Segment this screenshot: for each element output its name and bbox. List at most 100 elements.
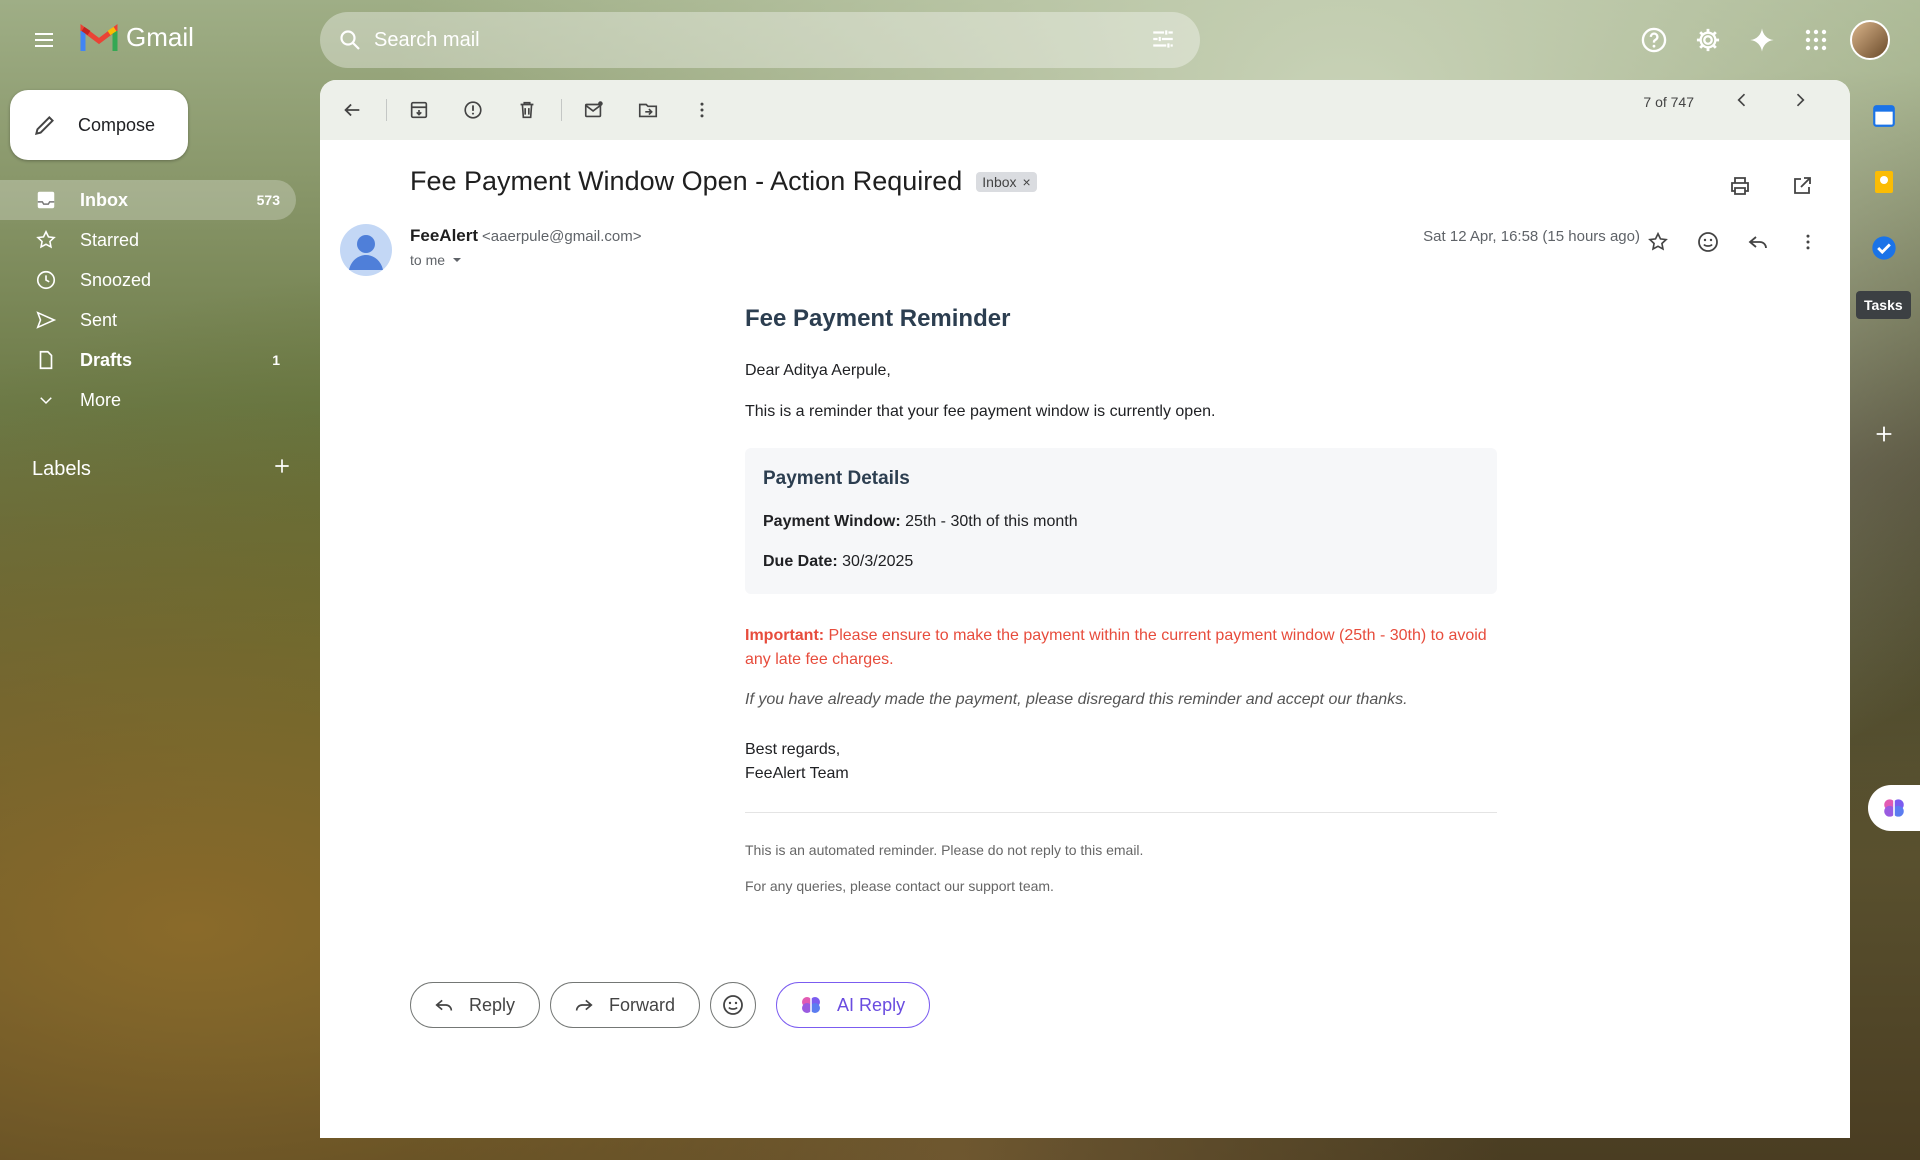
reply-label: Reply bbox=[469, 994, 516, 1015]
reply-actions: Reply Forward AI Reply bbox=[410, 982, 931, 1028]
important-label: Important: bbox=[745, 627, 825, 644]
search-bar[interactable] bbox=[320, 12, 1200, 68]
hamburger-icon bbox=[35, 33, 53, 47]
sidebar-item-label: Snoozed bbox=[80, 269, 152, 290]
forward-button[interactable]: Forward bbox=[550, 982, 701, 1028]
regards-line: Best regards, bbox=[745, 741, 841, 758]
account-avatar[interactable] bbox=[1850, 20, 1890, 60]
pencil-icon bbox=[34, 116, 54, 136]
gmail-m-icon bbox=[80, 23, 118, 51]
search-icon[interactable] bbox=[336, 26, 364, 54]
sidebar-item-starred[interactable]: Starred bbox=[0, 220, 296, 260]
side-panel-rail: Tasks bbox=[1850, 80, 1920, 840]
top-right-actions bbox=[1634, 20, 1890, 60]
reply-icon[interactable] bbox=[1738, 222, 1778, 262]
sidebar-item-sent[interactable]: Sent bbox=[0, 300, 296, 340]
drafts-count: 1 bbox=[272, 352, 280, 368]
sender-row: FeeAlert <aaerpule@gmail.com> to me Sat 1… bbox=[340, 222, 1840, 282]
email-date: Sat 12 Apr, 16:58 (15 hours ago) bbox=[1423, 228, 1640, 245]
back-arrow-icon[interactable] bbox=[332, 90, 372, 130]
delete-trash-icon[interactable] bbox=[507, 90, 547, 130]
greeting: Dear Aditya Aerpule, bbox=[745, 362, 891, 379]
star-icon[interactable] bbox=[1638, 222, 1678, 262]
tasks-icon[interactable] bbox=[1866, 230, 1902, 266]
sidebar-nav: Inbox 573 Starred Snoozed Sent Drafts 1 … bbox=[0, 180, 296, 420]
sidebar-item-label: Sent bbox=[80, 309, 118, 330]
important-text: Please ensure to make the payment within… bbox=[745, 627, 1487, 668]
clock-icon bbox=[34, 268, 58, 292]
email-view: 7 of 747 Fee Payment Window Open - Actio… bbox=[320, 80, 1850, 1138]
settings-gear-icon[interactable] bbox=[1688, 20, 1728, 60]
sidebar-item-label: Drafts bbox=[80, 349, 133, 370]
compose-button[interactable]: Compose bbox=[10, 90, 188, 160]
sidebar-item-inbox[interactable]: Inbox 573 bbox=[0, 180, 296, 220]
help-icon[interactable] bbox=[1634, 20, 1674, 60]
sender-name[interactable]: FeeAlert <aaerpule@gmail.com> bbox=[410, 226, 642, 246]
email-heading: Fee Payment Reminder bbox=[745, 305, 1011, 332]
close-icon[interactable]: × bbox=[1023, 174, 1031, 190]
archive-icon[interactable] bbox=[399, 90, 439, 130]
add-app-icon[interactable] bbox=[1866, 416, 1902, 452]
caret-down-icon bbox=[453, 258, 462, 262]
sender-avatar[interactable] bbox=[340, 224, 392, 276]
subject-row: Fee Payment Window Open - Action Require… bbox=[410, 166, 1037, 197]
disregard-note: If you have already made the payment, pl… bbox=[745, 691, 1408, 708]
apps-grid-icon[interactable] bbox=[1796, 20, 1836, 60]
sidebar-item-drafts[interactable]: Drafts 1 bbox=[0, 340, 296, 380]
payment-details-box: Payment Details Payment Window: 25th - 3… bbox=[745, 448, 1497, 594]
calendar-icon[interactable] bbox=[1866, 98, 1902, 134]
emoji-reaction-icon[interactable] bbox=[1688, 222, 1728, 262]
inbox-icon bbox=[34, 188, 58, 212]
inbox-count: 573 bbox=[256, 192, 280, 208]
sender-display-name: FeeAlert bbox=[410, 226, 479, 245]
add-label-icon[interactable] bbox=[272, 456, 292, 482]
pager-text: 7 of 747 bbox=[1643, 93, 1694, 110]
mark-unread-icon[interactable] bbox=[574, 90, 614, 130]
send-icon bbox=[34, 308, 58, 332]
inbox-label-chip[interactable]: Inbox × bbox=[976, 171, 1037, 192]
recipient-text: to me bbox=[410, 252, 446, 268]
report-spam-icon[interactable] bbox=[453, 90, 493, 130]
reply-button[interactable]: Reply bbox=[410, 982, 541, 1028]
labels-header: Labels bbox=[32, 456, 292, 482]
chevron-right-icon[interactable] bbox=[1790, 90, 1810, 113]
search-options-icon[interactable] bbox=[1150, 26, 1176, 57]
more-vertical-icon[interactable] bbox=[1788, 222, 1828, 262]
intro-text: This is a reminder that your fee payment… bbox=[745, 403, 1216, 420]
ai-reply-label: AI Reply bbox=[837, 994, 906, 1015]
gmail-logo[interactable]: Gmail bbox=[80, 22, 194, 53]
message-actions bbox=[1638, 222, 1828, 262]
search-input[interactable] bbox=[374, 28, 1134, 52]
labels-title: Labels bbox=[32, 457, 91, 480]
support-notice: For any queries, please contact our supp… bbox=[745, 878, 1054, 894]
subject-actions bbox=[1720, 166, 1836, 206]
payment-window-value: 25th - 30th of this month bbox=[900, 513, 1078, 530]
emoji-reaction-button[interactable] bbox=[710, 982, 757, 1028]
due-date-line: Due Date: 30/3/2025 bbox=[763, 550, 1479, 574]
tasks-tooltip: Tasks bbox=[1856, 291, 1911, 319]
brain-icon bbox=[802, 997, 821, 1013]
more-vertical-icon[interactable] bbox=[682, 90, 722, 130]
ai-assistant-button[interactable] bbox=[1868, 785, 1920, 831]
due-date-label: Due Date: bbox=[763, 553, 838, 570]
chip-label: Inbox bbox=[982, 173, 1017, 190]
print-icon[interactable] bbox=[1720, 166, 1760, 206]
compose-label: Compose bbox=[78, 114, 156, 135]
signature: Best regards, FeeAlert Team bbox=[745, 738, 1497, 786]
sidebar-item-more[interactable]: More bbox=[0, 380, 296, 420]
open-new-window-icon[interactable] bbox=[1782, 166, 1822, 206]
sidebar-item-label: Inbox bbox=[80, 189, 128, 210]
chevron-left-icon[interactable] bbox=[1732, 90, 1752, 113]
forward-icon bbox=[575, 999, 593, 1011]
star-icon bbox=[34, 228, 58, 252]
draft-file-icon bbox=[34, 348, 58, 372]
forward-label: Forward bbox=[609, 994, 676, 1015]
keep-icon[interactable] bbox=[1866, 164, 1902, 200]
recipient-details[interactable]: to me bbox=[410, 252, 463, 268]
main-menu-button[interactable] bbox=[24, 20, 64, 60]
gemini-sparkle-icon[interactable] bbox=[1742, 20, 1782, 60]
ai-reply-button[interactable]: AI Reply bbox=[776, 982, 931, 1028]
team-name: FeeAlert Team bbox=[745, 765, 849, 782]
sidebar-item-snoozed[interactable]: Snoozed bbox=[0, 260, 296, 300]
move-to-icon[interactable] bbox=[628, 90, 668, 130]
